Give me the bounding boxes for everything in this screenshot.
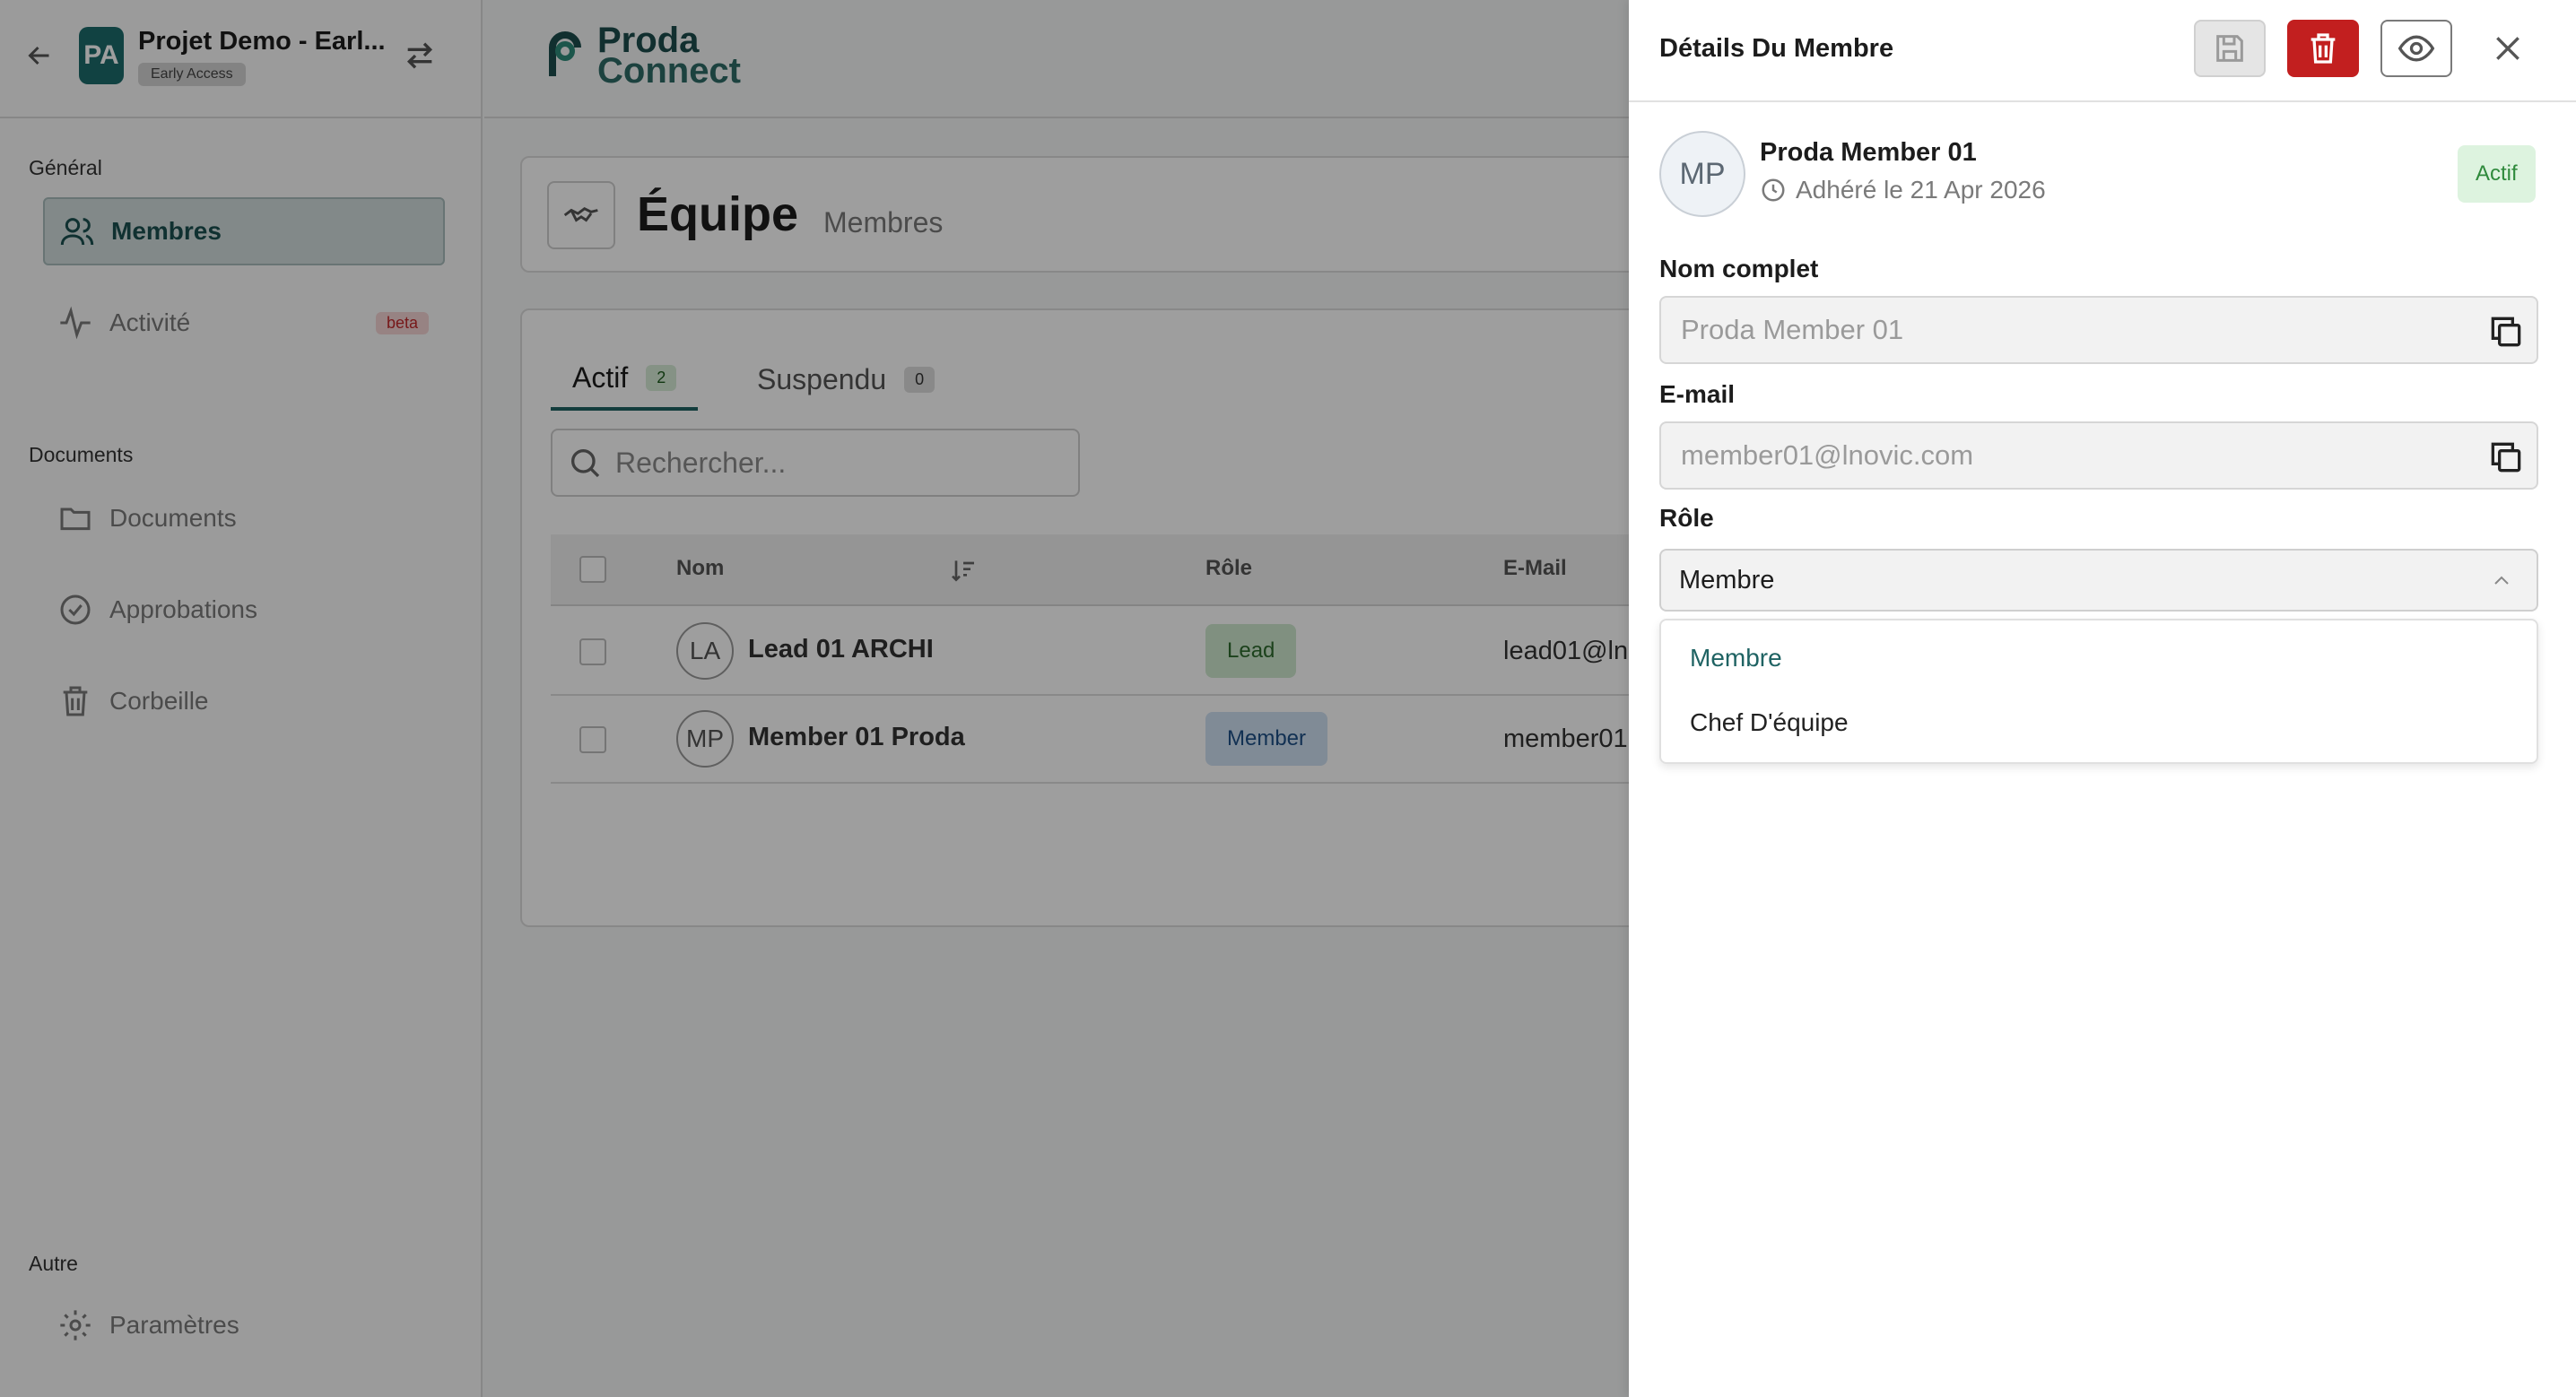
email-label: E-mail [1659,380,1736,408]
modal-backdrop[interactable] [0,0,1629,1397]
member-details-drawer: Détails Du Membre MP Proda Member 01 Adh… [1629,0,2576,1397]
save-button[interactable] [2194,20,2266,77]
role-dropdown: Membre Chef D'équipe [1659,619,2538,764]
member-joined: Adhéré le 21 Apr 2026 [1760,176,2046,204]
fullname-input[interactable] [1679,313,2468,347]
close-icon [2496,37,2519,60]
member-avatar: MP [1659,131,1745,217]
role-option-membre[interactable]: Membre [1690,644,1782,672]
chevron-up-icon [2494,576,2509,585]
delete-button[interactable] [2287,20,2359,77]
save-icon [2216,35,2243,62]
joined-date: Adhéré le 21 Apr 2026 [1796,176,2046,204]
fullname-label: Nom complet [1659,255,1819,282]
role-select-value: Membre [1679,565,1775,594]
clock-icon [1762,178,1785,202]
member-name: Proda Member 01 [1760,138,1977,167]
drawer-title: Détails Du Membre [1659,34,1894,63]
email-input[interactable] [1679,438,2468,473]
copy-icon[interactable] [2486,312,2526,351]
status-badge: Actif [2458,145,2536,203]
trash-icon [2311,33,2336,64]
role-option-chef-equipe[interactable]: Chef D'équipe [1690,708,1849,737]
view-button[interactable] [2380,20,2452,77]
email-field [1659,421,2538,490]
drawer-header: Détails Du Membre [1629,0,2576,102]
fullname-field [1659,296,2538,364]
eye-icon [2398,35,2435,62]
close-button[interactable] [2472,20,2544,77]
role-select[interactable]: Membre [1659,549,2538,612]
role-label: Rôle [1659,504,1714,532]
copy-icon[interactable] [2486,438,2526,477]
